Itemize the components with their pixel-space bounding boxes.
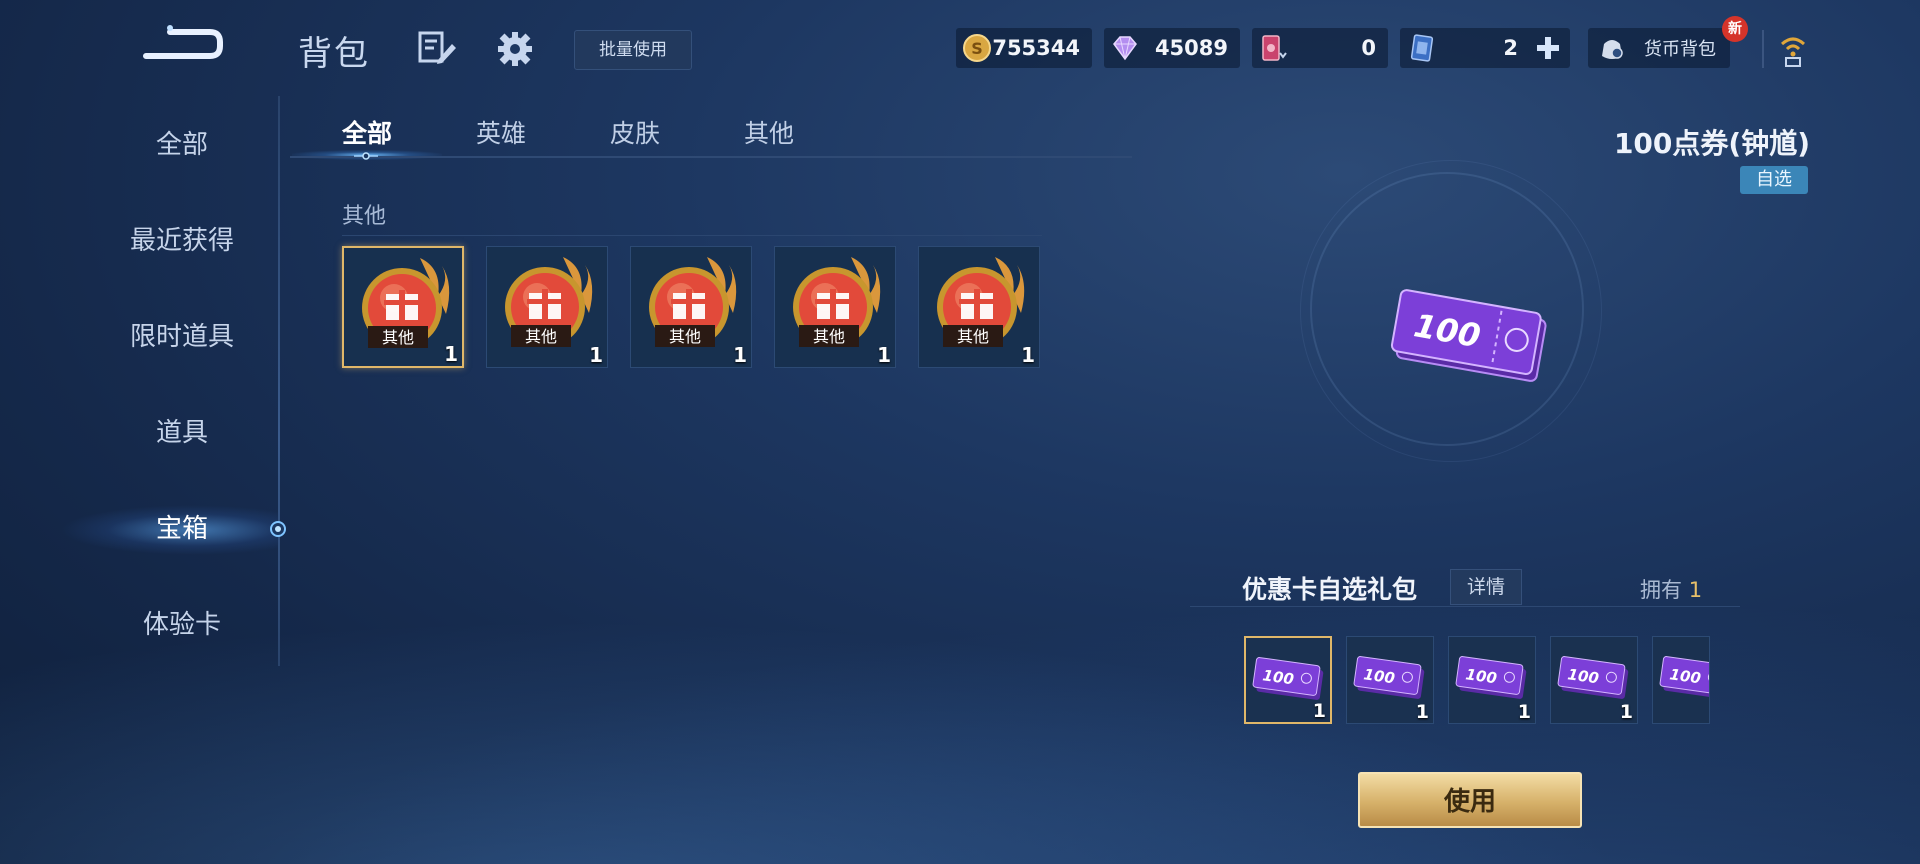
new-badge: 新: [1722, 16, 1748, 42]
wallet-label: 货币背包: [1644, 39, 1716, 60]
back-button[interactable]: [140, 22, 226, 64]
pack-item-count: 1: [1517, 701, 1531, 723]
ticket-balance: 0: [1252, 28, 1388, 68]
pack-title: 优惠卡自选礼包: [1242, 575, 1418, 604]
card-value: 2: [1503, 36, 1518, 60]
card-balance: 2: [1400, 28, 1570, 68]
tab-heroes[interactable]: 英雄: [476, 114, 526, 150]
pack-item-cell[interactable]: 100 1: [1346, 636, 1434, 724]
tab-other[interactable]: 其他: [744, 114, 794, 150]
pack-item-count: 1: [1619, 701, 1633, 723]
page-title: 背包: [298, 34, 370, 74]
pack-item-cell[interactable]: 100: [1652, 636, 1710, 724]
diamond-balance: 45089: [1104, 28, 1240, 68]
item-count: 1: [733, 343, 747, 367]
edit-icon[interactable]: [418, 30, 458, 66]
sidebar-item-props[interactable]: 道具: [0, 408, 364, 458]
sidebar-item-trial-card[interactable]: 体验卡: [0, 600, 364, 650]
pack-item-count: 1: [1312, 700, 1326, 722]
pack-item-cell[interactable]: 100 1: [1550, 636, 1638, 724]
pack-item-cell[interactable]: 100 1: [1448, 636, 1536, 724]
use-button[interactable]: 使用: [1358, 772, 1582, 828]
gift-chest-icon: 其他: [505, 257, 593, 347]
owned-label: 拥有: [1640, 578, 1682, 602]
item-count: 1: [589, 343, 603, 367]
pack-item-count: 1: [1415, 701, 1429, 723]
back-arrow-icon: [143, 25, 223, 59]
chest-item-cell[interactable]: 其他 1: [342, 246, 464, 368]
batch-use-button[interactable]: 批量使用: [574, 30, 692, 70]
item-tag: 其他: [813, 327, 845, 346]
sidebar-item-chest[interactable]: 宝箱: [0, 504, 364, 554]
sidebar-item-limited[interactable]: 限时道具: [0, 312, 364, 362]
ticket-value: 0: [1361, 36, 1376, 60]
ticket-icon: [1262, 35, 1287, 61]
section-divider: [342, 235, 1042, 236]
gold-coin-icon: S: [963, 34, 991, 62]
gift-chest-icon: 其他: [937, 257, 1025, 347]
header-divider: [1762, 30, 1764, 68]
currency-wallet-button[interactable]: 货币背包: [1588, 28, 1730, 68]
voucher-ticket-icon: 100: [1390, 289, 1547, 382]
gold-coin-balance: S 755344: [956, 28, 1092, 68]
signal-icon: [1776, 30, 1810, 68]
plus-icon[interactable]: [1534, 34, 1562, 62]
chest-item-cell[interactable]: 其他 1: [774, 246, 896, 368]
section-label: 其他: [342, 204, 387, 229]
owned-count: 拥有 1: [1640, 574, 1702, 604]
sidebar-item-all[interactable]: 全部: [0, 120, 364, 170]
owned-value: 1: [1688, 578, 1703, 602]
card-icon: [1410, 34, 1434, 62]
tab-skins[interactable]: 皮肤: [610, 114, 660, 150]
diamond-value: 45089: [1154, 36, 1228, 60]
item-count: 1: [444, 342, 458, 366]
gear-icon[interactable]: [496, 30, 534, 68]
chest-item-cell[interactable]: 其他 1: [630, 246, 752, 368]
item-tag: 其他: [382, 328, 414, 347]
tab-all[interactable]: 全部: [342, 114, 392, 150]
sidebar: 全部 最近获得 限时道具 道具 宝箱 体验卡: [0, 90, 280, 670]
tab-indicator-icon: [354, 152, 378, 160]
gift-chest-icon: 其他: [649, 257, 737, 347]
diamond-icon: [1113, 36, 1137, 61]
chest-item-cell[interactable]: 其他 1: [486, 246, 608, 368]
item-count: 1: [877, 343, 891, 367]
item-tag: 其他: [957, 327, 989, 346]
gift-chest-icon: 其他: [793, 257, 881, 347]
item-tag: 其他: [525, 327, 557, 346]
gold-coin-value: 755344: [992, 36, 1080, 60]
item-tag: 其他: [669, 327, 701, 346]
pack-item-cell[interactable]: 100 1: [1244, 636, 1332, 724]
voucher-ticket-icon: 100: [1252, 657, 1324, 700]
sidebar-item-recent[interactable]: 最近获得: [0, 216, 364, 266]
voucher-ticket-icon: 100: [1353, 656, 1425, 699]
item-detail-name: 100点券(钟馗): [1613, 127, 1810, 160]
wallet-bag-icon: [1602, 40, 1623, 59]
pack-divider: [1190, 606, 1740, 607]
voucher-ticket-icon: 100: [1557, 656, 1629, 699]
svg-text:S: S: [971, 39, 983, 58]
item-detail-tag: 自选: [1740, 166, 1808, 194]
tab-underline: [290, 156, 1132, 158]
voucher-ticket-icon: 100: [1455, 656, 1527, 699]
chest-item-cell[interactable]: 其他 1: [918, 246, 1040, 368]
details-button[interactable]: 详情: [1450, 569, 1522, 605]
voucher-ticket-icon: 100: [1659, 656, 1709, 699]
item-count: 1: [1021, 343, 1035, 367]
